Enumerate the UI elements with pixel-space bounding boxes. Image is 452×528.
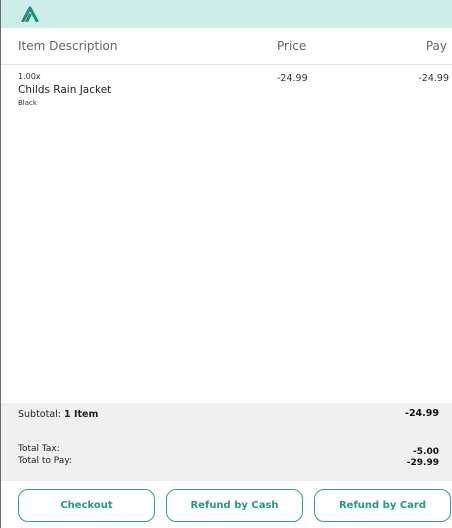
item-variant: Black [18,99,37,107]
caret-up-logo-icon [21,6,39,22]
item-pay: -24.99 [418,73,449,84]
total-tax-value: -5.00 [413,447,439,457]
pos-screen: Item Description Price Pay 1.00x Childs … [0,0,452,528]
item-price: -24.99 [277,73,308,84]
pay-header: Pay [425,39,447,53]
summary-panel: Subtotal: 1 Item -24.99 Total Tax: -5.00… [1,403,452,481]
total-to-pay-value: -29.99 [406,458,439,468]
subtotal-item-count: 1 Item [64,409,99,420]
total-tax-label: Total Tax: [18,444,60,454]
top-bar [1,0,452,28]
cart-item-row[interactable]: 1.00x Childs Rain Jacket Black -24.99 -2… [1,72,452,112]
subtotal-value: -24.99 [405,408,439,419]
item-name: Childs Rain Jacket [18,84,112,96]
refund-by-cash-button[interactable]: Refund by Cash [166,489,303,522]
total-to-pay-label: Total to Pay: [18,456,73,466]
subtotal-label-text: Subtotal: [18,409,62,420]
item-description-header: Item Description [18,39,118,53]
checkout-button[interactable]: Checkout [18,489,155,522]
item-quantity: 1.00x [18,72,41,81]
subtotal-label: Subtotal: 1 Item [18,409,98,420]
cart-table-header: Item Description Price Pay [1,28,452,65]
refund-by-card-button[interactable]: Refund by Card [314,489,451,522]
price-header: Price [277,39,307,53]
